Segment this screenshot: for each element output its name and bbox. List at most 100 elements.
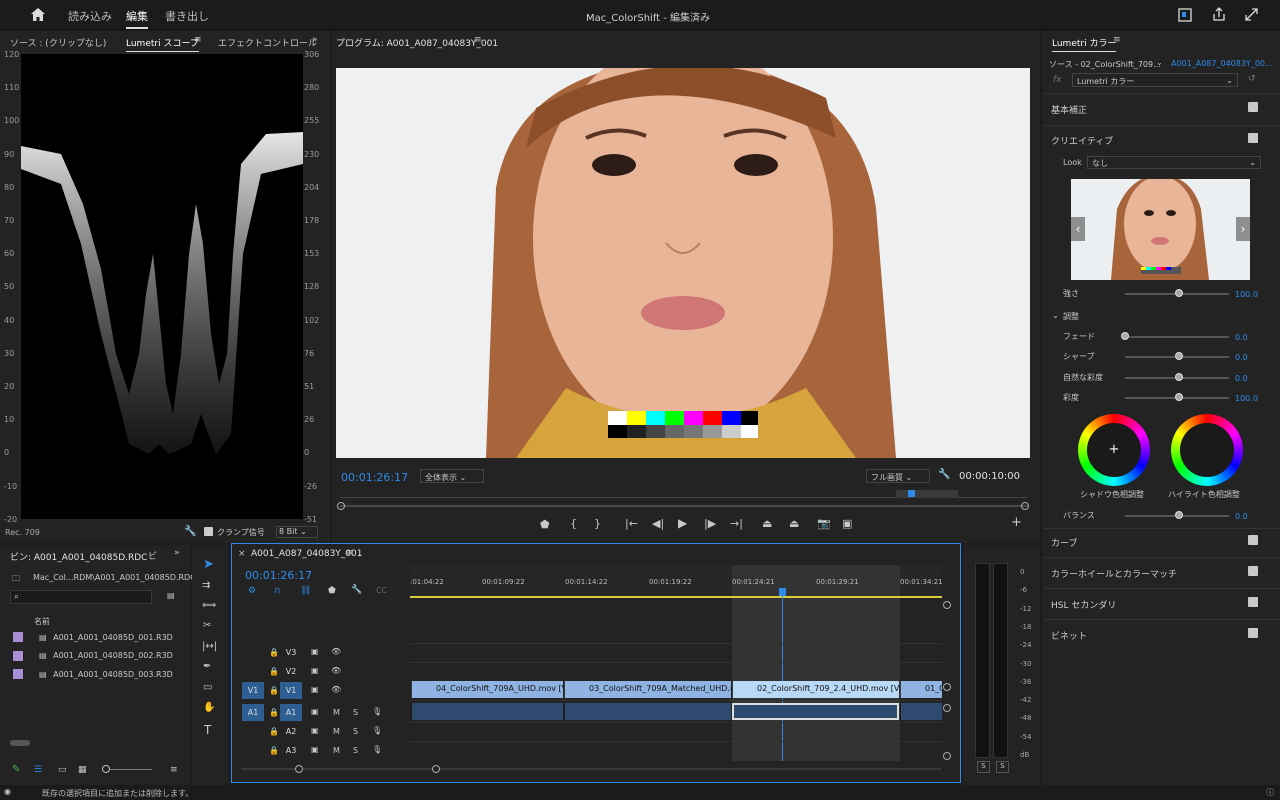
solo-button[interactable]: S <box>353 727 358 736</box>
toggle-sync-icon[interactable]: ▣ <box>311 685 319 694</box>
section-hsl[interactable]: HSL セカンダリ <box>1051 598 1116 611</box>
highlight-color-wheel[interactable] <box>1171 414 1243 486</box>
overflow-icon[interactable]: » <box>312 35 318 45</box>
hsl-checkbox[interactable] <box>1248 597 1258 607</box>
file-list-item[interactable]: ▤ A001_A001_04085D_003.R3D <box>13 669 173 679</box>
mic-icon[interactable]: 🎙 <box>372 745 382 754</box>
list-view-icon[interactable]: ☰ <box>34 765 42 775</box>
lock-icon[interactable]: 🔒 <box>269 686 279 695</box>
mute-button[interactable]: M <box>333 746 340 755</box>
clip-03[interactable]: 03_ColorShift_709A_Matched_UHD.mov <box>564 681 731 698</box>
new-search-bin-icon[interactable]: ▤ <box>167 591 175 600</box>
lock-icon[interactable]: 🔒 <box>269 746 279 755</box>
adjust-value[interactable]: 0.0 <box>1235 374 1248 383</box>
section-vignette[interactable]: ビネット <box>1051 629 1087 642</box>
track-target-v3[interactable]: V3 <box>280 644 302 661</box>
panel-menu-icon[interactable]: ≡ <box>194 35 202 45</box>
wheels-checkbox[interactable] <box>1248 566 1258 576</box>
razor-tool-icon[interactable]: ✂ <box>203 620 211 631</box>
track-select-tool-icon[interactable]: ⇉ <box>202 580 210 591</box>
look-preview[interactable] <box>1071 179 1250 280</box>
program-timecode[interactable]: 00:01:26:17 <box>341 471 408 484</box>
step-forward-icon[interactable]: |▶ <box>704 517 716 530</box>
shadow-color-wheel[interactable]: + <box>1078 414 1150 486</box>
settings-wrench-icon[interactable]: 🔧 <box>938 469 950 480</box>
fullscreen-icon[interactable] <box>1245 8 1258 21</box>
adjust-chevron-icon[interactable]: ⌄ <box>1052 311 1059 320</box>
intensity-value[interactable]: 100.0 <box>1235 290 1258 299</box>
mark-in-icon[interactable]: { <box>570 517 577 530</box>
track-target-v2[interactable]: V2 <box>280 663 302 680</box>
mute-button[interactable]: M <box>333 708 340 717</box>
track-target-a1[interactable]: A1 <box>280 704 302 721</box>
marker-icon[interactable]: ⬟ <box>540 518 550 531</box>
extract-icon[interactable]: ⏏ <box>789 517 799 530</box>
mic-icon[interactable]: 🎙 <box>372 707 382 716</box>
toggle-sync-icon[interactable]: ▣ <box>311 726 319 735</box>
export-frame-icon[interactable]: 📷 <box>817 517 831 530</box>
add-marker-icon[interactable]: ⬟ <box>328 586 336 596</box>
lock-icon[interactable]: 🔒 <box>269 648 279 657</box>
type-tool-icon[interactable]: T <box>204 723 211 737</box>
thumb-size-knob[interactable] <box>102 765 110 773</box>
adjust-value[interactable]: 0.0 <box>1235 333 1248 342</box>
icon-view-icon[interactable]: ▭ <box>58 765 67 775</box>
pen-tool-icon[interactable]: ✒ <box>203 661 211 672</box>
vignette-checkbox[interactable] <box>1248 628 1258 638</box>
look-select[interactable]: なし ⌄ <box>1087 156 1261 169</box>
timeline-h-scrollbar[interactable] <box>241 768 941 770</box>
compare-view-icon[interactable]: ▣ <box>842 517 852 530</box>
section-basic[interactable]: 基本補正 <box>1051 103 1087 116</box>
program-menu-icon[interactable]: ≡ <box>474 35 482 45</box>
section-creative[interactable]: クリエイティブ <box>1051 134 1113 147</box>
lumetri-title[interactable]: Lumetri カラー <box>1052 36 1117 52</box>
adjust-value[interactable]: 100.0 <box>1235 394 1258 403</box>
hand-tool-icon[interactable]: ✋ <box>203 702 215 713</box>
ripple-edit-tool-icon[interactable]: ⟺ <box>202 600 216 611</box>
look-prev-icon[interactable]: ‹ <box>1071 217 1085 241</box>
lumetri-menu-icon[interactable]: ≡ <box>1113 35 1121 45</box>
column-name[interactable]: 名前 <box>34 616 50 627</box>
solo-left-button[interactable]: S <box>977 761 990 773</box>
timeline-settings-icon[interactable]: 🔧 <box>351 585 362 595</box>
toggle-sync-icon[interactable]: ▣ <box>311 707 319 716</box>
solo-right-button[interactable]: S <box>996 761 1009 773</box>
eye-icon[interactable]: 👁 <box>331 666 341 675</box>
rectangle-tool-icon[interactable]: ▭ <box>203 682 212 693</box>
mic-icon[interactable]: 🎙 <box>372 726 382 735</box>
file-list-item[interactable]: ▤ A001_A001_04085D_001.R3D <box>13 632 173 642</box>
v-scroll-handle-mid[interactable] <box>943 683 951 691</box>
quality-select[interactable]: フル画質 ⌄ <box>866 469 930 483</box>
lumetri-target[interactable]: A001_A087_04083Y_00... <box>1171 59 1273 68</box>
mark-out-icon[interactable]: } <box>594 517 601 530</box>
sequence-menu-icon[interactable]: ≡ <box>346 548 354 558</box>
quick-export-icon[interactable] <box>1178 8 1192 22</box>
a-scroll-handle-top[interactable] <box>943 704 951 712</box>
file-list-item[interactable]: ▤ A001_A001_04085D_002.R3D <box>13 650 173 661</box>
eye-icon[interactable]: 👁 <box>331 685 341 694</box>
go-to-in-icon[interactable]: |← <box>625 517 638 530</box>
adjust-knob[interactable] <box>1175 372 1183 381</box>
timeline-playhead-line[interactable] <box>782 596 783 761</box>
source-v1-patch[interactable]: V1 <box>242 682 264 699</box>
audio-clip-03[interactable] <box>564 703 731 720</box>
share-icon[interactable] <box>1212 7 1226 21</box>
toggle-sync-icon[interactable]: ▣ <box>311 647 319 656</box>
go-to-out-icon[interactable]: →| <box>730 517 743 530</box>
snap-icon[interactable]: ∩ <box>274 586 281 596</box>
info-icon[interactable]: ⓘ <box>1266 787 1274 798</box>
toggle-sync-icon[interactable]: ▣ <box>311 745 319 754</box>
eye-icon[interactable]: 👁 <box>331 647 341 656</box>
look-next-icon[interactable]: › <box>1236 217 1250 241</box>
h-scroll-right[interactable] <box>432 765 440 773</box>
section-curves[interactable]: カーブ <box>1051 536 1077 549</box>
slip-tool-icon[interactable]: |↔| <box>202 641 217 652</box>
bin-scrollbar[interactable] <box>10 740 30 746</box>
write-icon[interactable]: ✎ <box>12 764 20 775</box>
solo-button[interactable]: S <box>353 746 358 755</box>
toggle-sync-icon[interactable]: ▣ <box>311 666 319 675</box>
solo-button[interactable]: S <box>353 708 358 717</box>
v-scroll-handle-top[interactable] <box>943 601 951 609</box>
freeform-view-icon[interactable]: ▦ <box>78 765 87 775</box>
timeline-timecode[interactable]: 00:01:26:17 <box>245 569 312 582</box>
